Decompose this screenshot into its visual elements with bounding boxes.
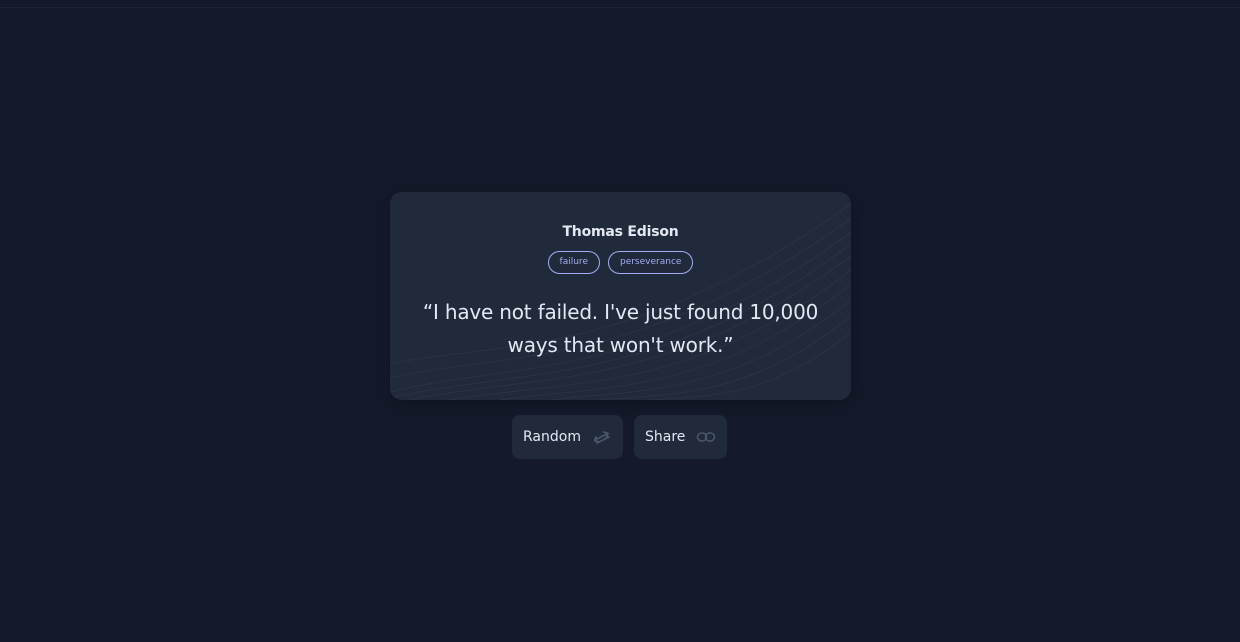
link-icon — [696, 427, 716, 447]
share-button[interactable]: Share — [634, 415, 727, 459]
quote-author: Thomas Edison — [562, 224, 679, 240]
quote-text: “I have not failed. I've just found 10,0… — [422, 300, 819, 357]
random-button[interactable]: Random — [512, 415, 623, 459]
page: Thomas Edison failure perseverance “I ha… — [0, 0, 1240, 642]
random-button-label: Random — [523, 429, 581, 445]
share-button-label: Share — [645, 429, 686, 445]
shuffle-arrows-icon — [592, 427, 612, 447]
tag-list: failure perseverance — [390, 251, 851, 274]
tag-perseverance[interactable]: perseverance — [607, 251, 694, 274]
top-divider — [0, 7, 1240, 8]
quote-card: Thomas Edison failure perseverance “I ha… — [390, 192, 851, 400]
action-bar: Random Share — [512, 415, 727, 459]
tag-failure[interactable]: failure — [547, 251, 600, 274]
